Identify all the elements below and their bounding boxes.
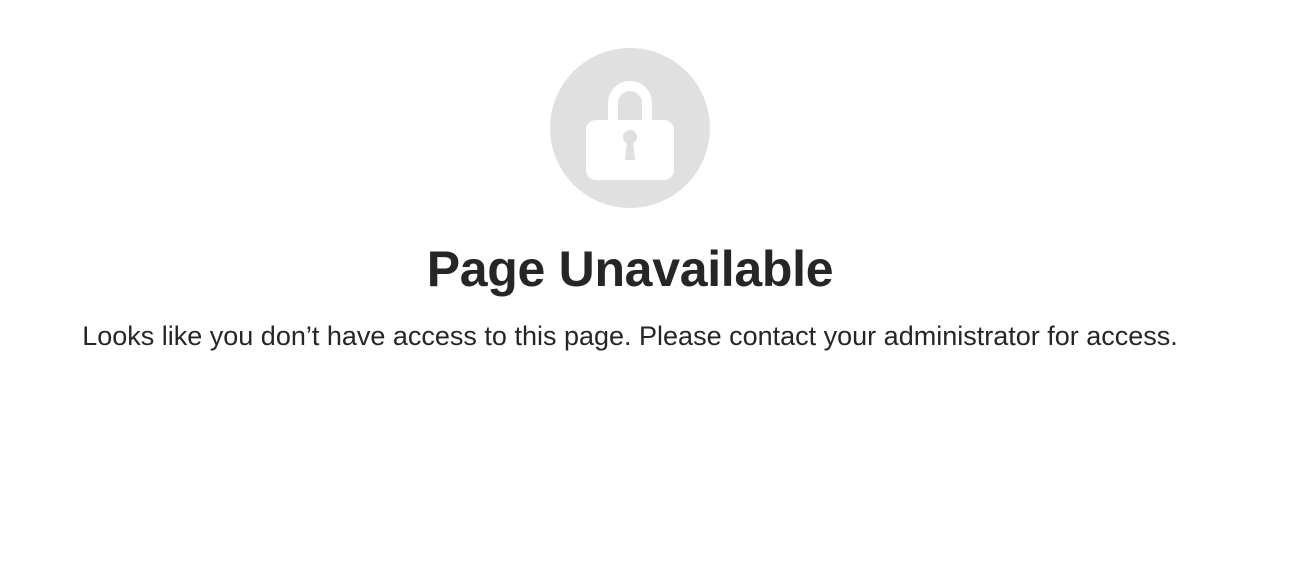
page-title: Page Unavailable xyxy=(426,241,834,297)
page-unavailable-screen: Page Unavailable Looks like you don’t ha… xyxy=(0,0,1290,562)
lock-icon-badge xyxy=(550,48,710,208)
access-denied-message: Looks like you don’t have access to this… xyxy=(82,321,1178,351)
lock-icon xyxy=(586,81,674,180)
